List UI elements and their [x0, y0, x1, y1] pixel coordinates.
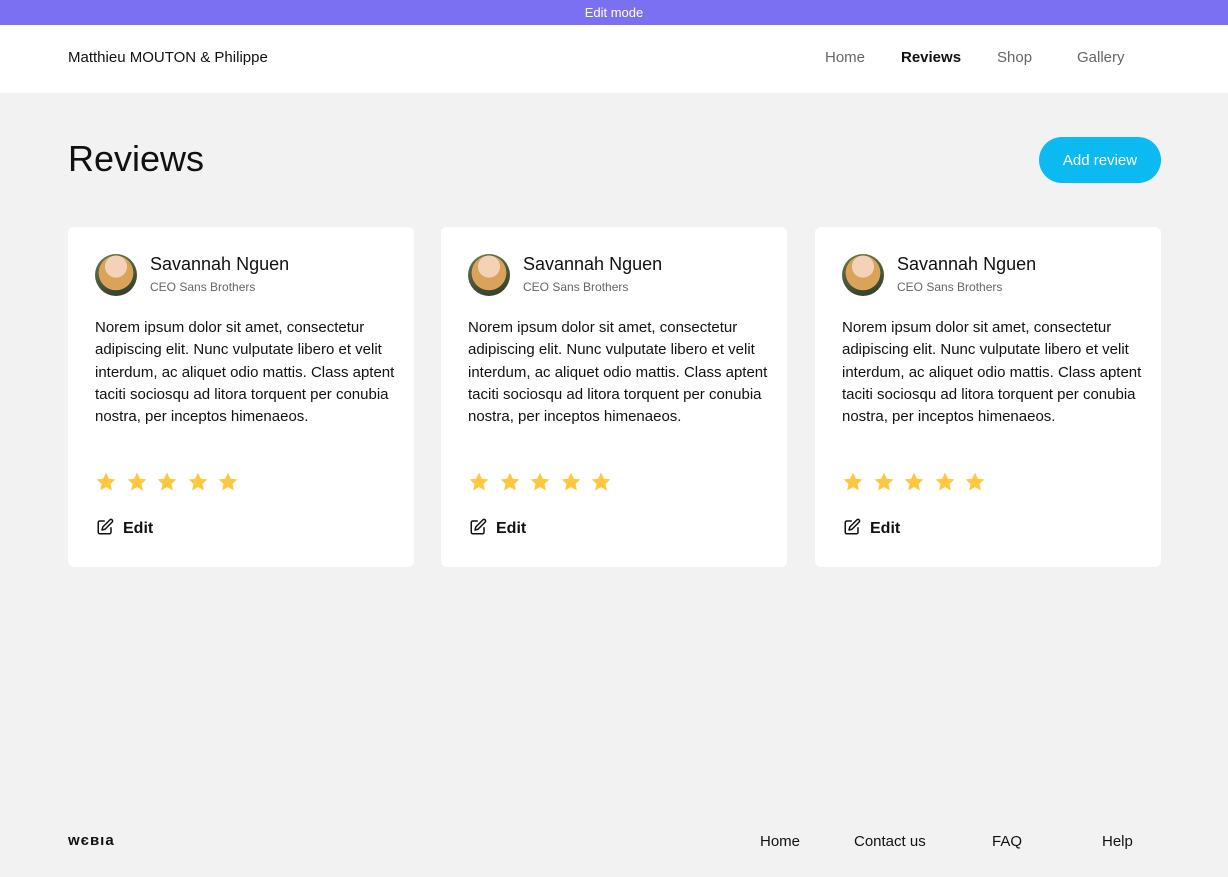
top-navigation: Matthieu MOUTON & Philippe Home Reviews …: [0, 25, 1228, 93]
footer-link-home[interactable]: Home: [760, 833, 800, 850]
pencil-icon: [96, 518, 114, 541]
star-icon: [95, 471, 117, 493]
reviewer-role: CEO Sans Brothers: [150, 280, 256, 294]
review-card: Savannah Nguen CEO Sans Brothers Norem i…: [441, 227, 787, 567]
reviewer-name: Savannah Nguen: [897, 254, 1037, 274]
edit-review-button[interactable]: Edit: [843, 518, 901, 541]
star-icon: [156, 471, 178, 493]
star-icon: [964, 471, 986, 493]
site-brand[interactable]: Matthieu MOUTON & Philippe: [68, 49, 268, 66]
star-icon: [842, 471, 864, 493]
avatar: [468, 254, 510, 296]
star-icon: [217, 471, 239, 493]
footer-link-help[interactable]: Help: [1102, 833, 1133, 850]
star-icon: [560, 471, 582, 493]
edit-label: Edit: [496, 520, 527, 537]
footer-logo[interactable]: wєвıа: [68, 832, 115, 849]
star-icon: [934, 471, 956, 493]
reviewer-role: CEO Sans Brothers: [523, 280, 629, 294]
edit-review-button[interactable]: Edit: [96, 518, 154, 541]
review-text: Norem ipsum dolor sit amet, consectetur …: [842, 319, 1142, 426]
footer-link-contact[interactable]: Contact us: [854, 833, 926, 850]
edit-label: Edit: [870, 520, 901, 537]
star-icon: [468, 471, 490, 493]
review-text: Norem ipsum dolor sit amet, consectetur …: [95, 319, 395, 426]
star-icon: [529, 471, 551, 493]
star-icon: [126, 471, 148, 493]
reviewer-name: Savannah Nguen: [150, 254, 290, 274]
nav-item-gallery[interactable]: Gallery: [1077, 49, 1125, 66]
pencil-icon: [843, 518, 861, 541]
edit-mode-banner: Edit mode: [0, 0, 1228, 25]
edit-review-button[interactable]: Edit: [469, 518, 527, 541]
footer-link-faq[interactable]: FAQ: [992, 833, 1022, 850]
review-text: Norem ipsum dolor sit amet, consectetur …: [468, 319, 768, 426]
nav-item-home[interactable]: Home: [825, 49, 865, 66]
edit-label: Edit: [123, 520, 154, 537]
nav-item-reviews[interactable]: Reviews: [901, 49, 961, 66]
reviewer-role: CEO Sans Brothers: [897, 280, 1003, 294]
edit-mode-label: Edit mode: [584, 5, 644, 20]
reviewer-name: Savannah Nguen: [523, 254, 663, 274]
star-icon: [499, 471, 521, 493]
star-icon: [873, 471, 895, 493]
star-icon: [590, 471, 612, 493]
star-icon: [187, 471, 209, 493]
review-card: Savannah Nguen CEO Sans Brothers Norem i…: [815, 227, 1161, 567]
pencil-icon: [469, 518, 487, 541]
star-icon: [903, 471, 925, 493]
page-title: Reviews: [68, 138, 205, 179]
nav-item-shop[interactable]: Shop: [997, 49, 1032, 66]
add-review-button[interactable]: Add review: [1039, 137, 1161, 183]
avatar: [842, 254, 884, 296]
avatar: [95, 254, 137, 296]
review-card: Savannah Nguen CEO Sans Brothers Norem i…: [68, 227, 414, 567]
